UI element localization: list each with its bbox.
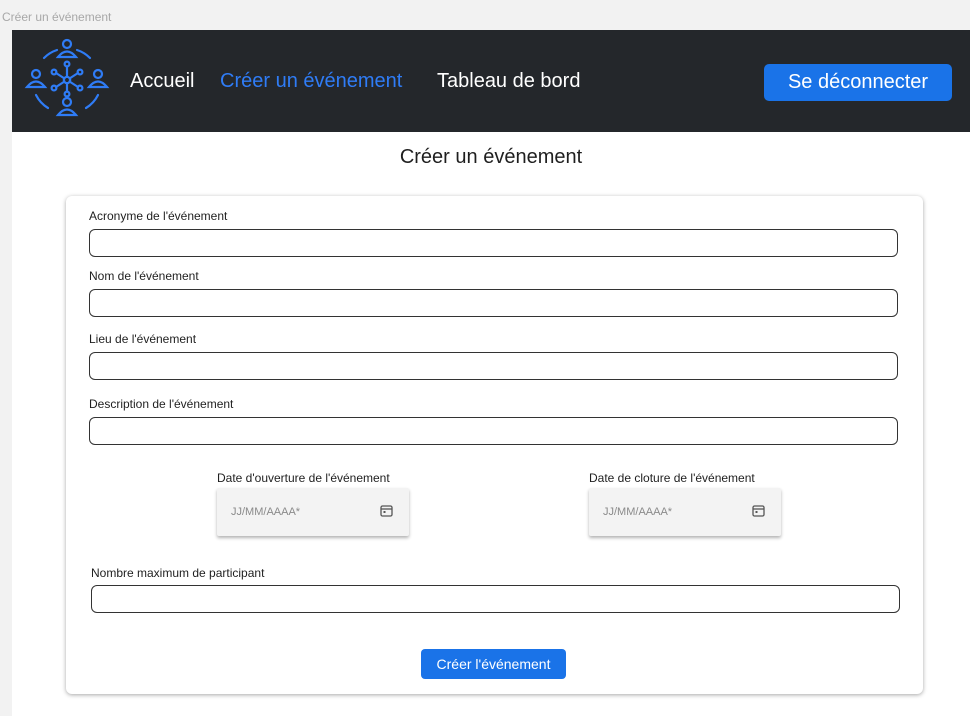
open-date-placeholder: JJ/MM/AAAA* xyxy=(231,506,301,518)
nav-link-creer-evenement[interactable]: Créer un événement xyxy=(220,70,402,93)
event-form-card: Acronyme de l'événement Nom de l'événeme… xyxy=(66,196,923,694)
calendar-icon[interactable] xyxy=(380,504,393,517)
name-label: Nom de l'événement xyxy=(89,269,199,283)
location-input[interactable] xyxy=(89,352,898,380)
close-date-label: Date de cloture de l'événement xyxy=(589,471,755,485)
open-date-label: Date d'ouverture de l'événement xyxy=(217,471,390,485)
create-event-button[interactable]: Créer l'événement xyxy=(421,649,566,679)
max-participants-input[interactable] xyxy=(91,585,900,613)
calendar-icon[interactable] xyxy=(752,504,765,517)
acronym-label: Acronyme de l'événement xyxy=(89,209,228,223)
description-input[interactable] xyxy=(89,417,898,445)
max-participants-label: Nombre maximum de participant xyxy=(91,566,265,580)
location-label: Lieu de l'événement xyxy=(89,332,197,346)
navbar: Accueil Créer un événement Tableau de bo… xyxy=(12,30,970,132)
close-date-placeholder: JJ/MM/AAAA* xyxy=(603,506,673,518)
people-network-icon[interactable] xyxy=(24,38,110,124)
window-title: Créer un événement xyxy=(0,0,970,30)
page-title: Créer un événement xyxy=(399,146,583,168)
close-date-picker[interactable]: JJ/MM/AAAA* xyxy=(589,488,781,536)
acronym-input[interactable] xyxy=(89,229,898,257)
open-date-picker[interactable]: JJ/MM/AAAA* xyxy=(217,488,409,536)
nav-link-accueil[interactable]: Accueil xyxy=(130,70,194,93)
description-label: Description de l'événement xyxy=(89,397,234,411)
window-left-strip xyxy=(0,30,12,716)
nav-link-tableau-de-bord[interactable]: Tableau de bord xyxy=(437,70,580,93)
name-input[interactable] xyxy=(89,289,898,317)
logout-button[interactable]: Se déconnecter xyxy=(764,64,952,101)
